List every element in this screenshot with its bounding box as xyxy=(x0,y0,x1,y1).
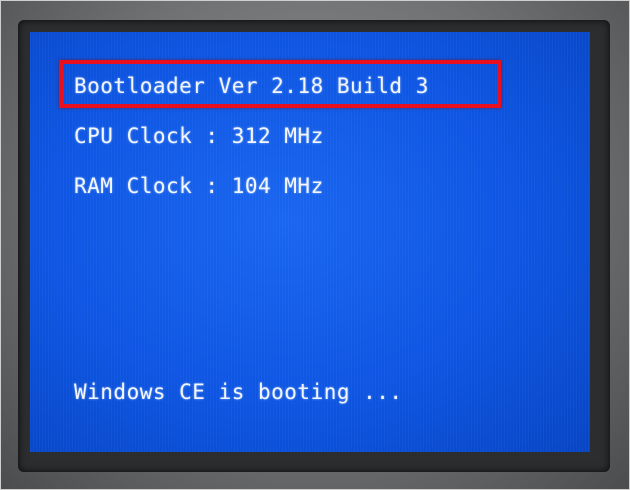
image-border xyxy=(0,0,630,490)
device-photo: Bootloader Ver 2.18 Build 3 CPU Clock : … xyxy=(0,0,630,490)
